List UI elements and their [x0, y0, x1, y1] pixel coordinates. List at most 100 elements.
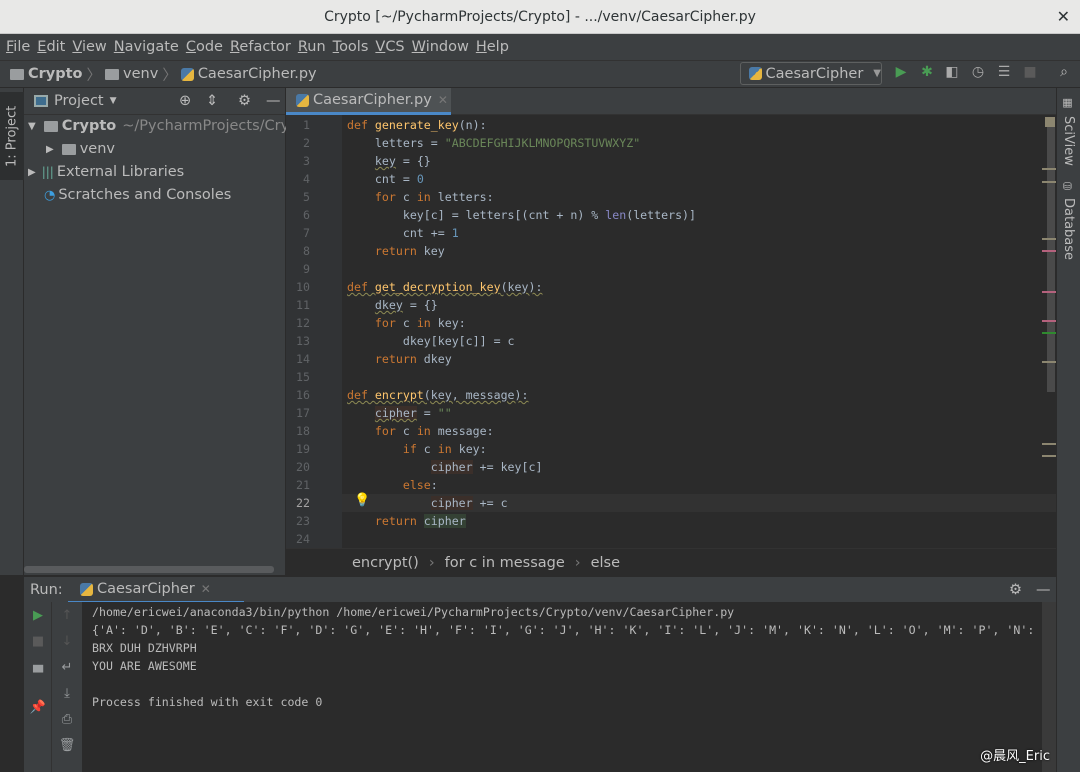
code-line[interactable]: return key — [347, 242, 445, 260]
nav-crumb-file[interactable]: CaesarCipher.py — [198, 66, 317, 82]
run-configuration-dropdown[interactable]: CaesarCipher ▼ — [740, 62, 882, 85]
breadcrumb-else[interactable]: else — [591, 555, 620, 571]
stripe-marker[interactable] — [1042, 168, 1056, 171]
code-token: (n): — [458, 118, 487, 132]
tree-item-crypto[interactable]: ▼ Crypto ~/PycharmProjects/Crypto — [28, 118, 313, 134]
restore-layout-icon[interactable]: ▀ — [29, 666, 47, 681]
code-token: 1 — [451, 226, 459, 240]
sciview-tab[interactable]: SciView — [1061, 116, 1076, 166]
menu-navigate[interactable]: Navigate — [114, 39, 179, 55]
code-line[interactable]: for c in message: — [347, 422, 494, 440]
gear-icon[interactable]: ⚙ — [238, 93, 251, 109]
close-tab-icon[interactable]: ✕ — [201, 582, 211, 596]
code-token: key: — [458, 442, 487, 456]
code-token: in — [437, 442, 459, 456]
code-line[interactable]: if c in key: — [347, 440, 487, 458]
stripe-marker[interactable] — [1042, 455, 1056, 458]
stripe-marker[interactable] — [1042, 332, 1056, 335]
code-line[interactable]: cnt = 0 — [347, 170, 424, 188]
run-icon[interactable]: ▶ — [892, 64, 910, 82]
tree-item-scratches[interactable]: ◔ Scratches and Consoles — [44, 187, 231, 203]
code-token: letters: — [437, 190, 494, 204]
up-arrow-icon[interactable]: ↑ — [58, 608, 76, 623]
menu-run[interactable]: Run — [298, 39, 326, 55]
code-line[interactable]: key = {} — [347, 152, 431, 170]
stripe-marker[interactable] — [1042, 238, 1056, 240]
python-file-icon — [180, 67, 194, 81]
project-view-selector[interactable]: Project — [54, 93, 104, 109]
inspection-status-icon[interactable] — [1045, 117, 1055, 127]
code-line[interactable]: dkey = {} — [347, 296, 438, 314]
nav-crumb-venv[interactable]: venv — [123, 66, 158, 82]
down-arrow-icon[interactable]: ↓ — [58, 634, 76, 649]
menu-help[interactable]: Help — [476, 39, 509, 55]
trash-icon[interactable]: 🗑 — [58, 738, 76, 753]
rerun-icon[interactable]: ▶ — [29, 608, 47, 623]
code-line[interactable]: dkey[key[c]] = c — [347, 332, 515, 350]
stop-icon[interactable]: ■ — [1021, 64, 1039, 82]
close-window-button[interactable]: ✕ — [1057, 7, 1070, 26]
code-line[interactable]: def encrypt(key, message): — [347, 386, 529, 404]
scroll-to-end-icon[interactable]: ⤓ — [58, 686, 76, 701]
run-console-output[interactable]: /home/ericwei/anaconda3/bin/python /home… — [82, 602, 1056, 772]
profile-icon[interactable]: ◷ — [969, 64, 987, 82]
stripe-marker[interactable] — [1042, 291, 1056, 294]
tree-item-venv[interactable]: ▶ venv — [46, 141, 115, 157]
code-line[interactable]: cipher += c — [347, 494, 508, 512]
stripe-marker[interactable] — [1042, 180, 1056, 183]
pin-icon[interactable]: 📌 — [29, 700, 47, 715]
gear-icon[interactable]: ⚙ — [1009, 582, 1022, 598]
scroll-thumb[interactable] — [1047, 122, 1055, 392]
project-tool-window-tab[interactable]: 1: Project — [0, 92, 24, 180]
stripe-marker[interactable] — [1042, 320, 1056, 322]
stop-icon[interactable]: ■ — [29, 634, 47, 649]
project-horizontal-scrollbar[interactable] — [24, 566, 274, 573]
breadcrumb-for[interactable]: for c in message — [445, 555, 565, 571]
code-line[interactable]: def get_decryption_key(key): — [347, 278, 542, 296]
code-line[interactable]: cnt += 1 — [347, 224, 459, 242]
hide-icon[interactable]: — — [266, 93, 281, 109]
hide-icon[interactable]: — — [1036, 582, 1051, 598]
line-number: 11 — [296, 298, 310, 312]
stripe-marker[interactable] — [1042, 250, 1056, 253]
nav-crumb-project[interactable]: Crypto — [28, 66, 83, 82]
code-editor[interactable]: 1 def generate_key(n): 2 letters = "ABCDEF… — [286, 115, 1056, 548]
locate-icon[interactable]: ⊕ — [179, 93, 191, 109]
code-line[interactable]: key[c] = letters[(cnt + n) % len(letters… — [347, 206, 696, 224]
chevron-down-icon[interactable]: ▼ — [110, 96, 117, 106]
search-icon[interactable]: ⌕ — [1055, 64, 1073, 82]
code-line[interactable]: return cipher — [347, 512, 466, 530]
code-line[interactable]: for c in letters: — [347, 188, 494, 206]
code-line[interactable]: for c in key: — [347, 314, 466, 332]
code-line[interactable]: letters = "ABCDEFGHIJKLMNOPQRSTUVWXYZ" — [347, 134, 640, 152]
editor-tab-caesarcipher[interactable]: CaesarCipher.py ✕ — [286, 88, 451, 115]
menu-window[interactable]: Window — [412, 39, 469, 55]
close-tab-icon[interactable]: ✕ — [438, 93, 448, 107]
code-line[interactable]: cipher = "" — [347, 404, 452, 422]
breadcrumb-function[interactable]: encrypt() — [352, 555, 419, 571]
print-icon[interactable]: ⎙ — [58, 712, 76, 727]
code-line[interactable]: def generate_key(n): — [347, 116, 487, 134]
code-line[interactable]: else: — [347, 476, 438, 494]
error-stripe[interactable] — [1042, 115, 1056, 548]
menu-refactor[interactable]: Refactor — [230, 39, 291, 55]
menu-view[interactable]: View — [72, 39, 106, 55]
menu-edit[interactable]: Edit — [37, 39, 65, 55]
stripe-marker[interactable] — [1042, 361, 1056, 363]
menu-file[interactable]: File — [6, 39, 30, 55]
soft-wrap-icon[interactable]: ↵ — [58, 660, 76, 675]
menu-vcs[interactable]: VCS — [375, 39, 404, 55]
menu-tools[interactable]: Tools — [333, 39, 369, 55]
menu-code[interactable]: Code — [186, 39, 223, 55]
code-line[interactable]: return dkey — [347, 350, 452, 368]
database-tab[interactable]: Database — [1061, 198, 1076, 260]
code-line[interactable]: cipher += key[c] — [347, 458, 542, 476]
collapse-all-icon[interactable]: ⇕ — [206, 93, 218, 109]
concurrency-diagram-icon[interactable]: ☰ — [995, 64, 1013, 82]
run-tab-caesarcipher[interactable]: CaesarCipher ✕ — [68, 577, 244, 603]
stripe-marker[interactable] — [1042, 443, 1056, 445]
tree-item-external-libraries[interactable]: ▶ ||| External Libraries — [28, 164, 184, 180]
debug-icon[interactable]: ✱ — [918, 64, 936, 82]
run-with-coverage-icon[interactable]: ◧ — [943, 64, 961, 82]
